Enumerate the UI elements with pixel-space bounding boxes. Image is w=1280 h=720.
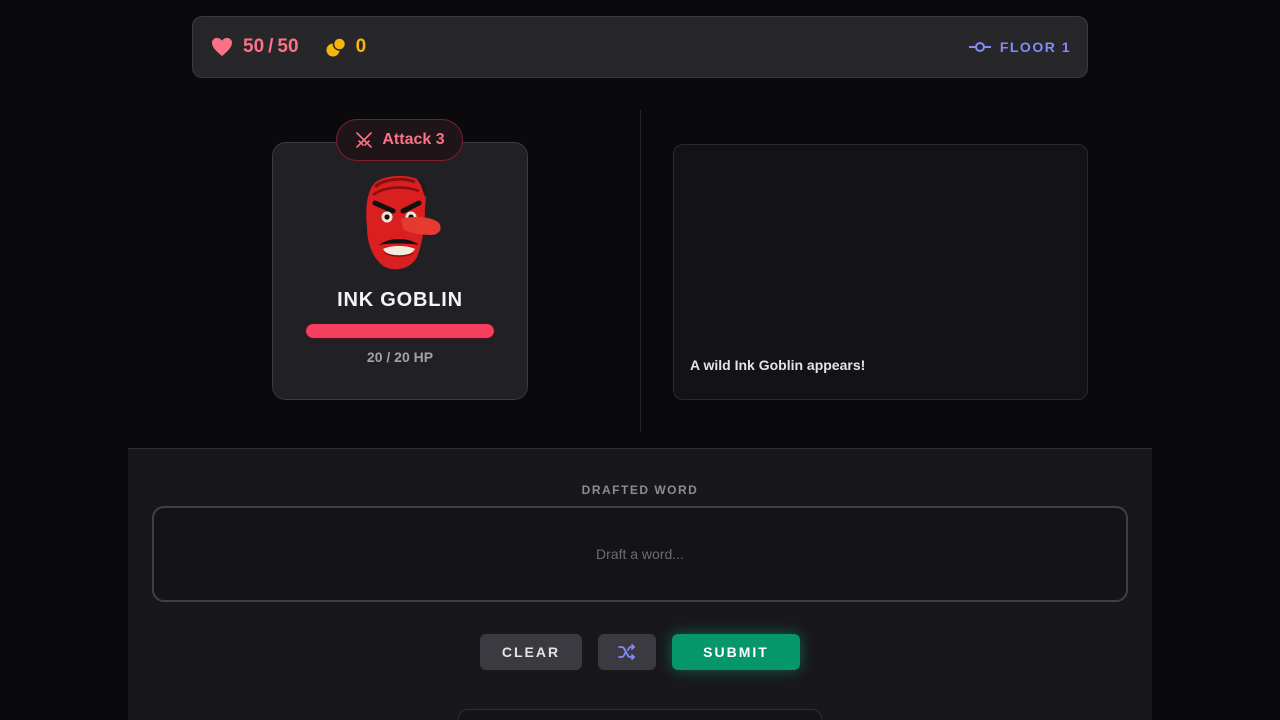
floor-node-icon	[968, 42, 991, 52]
tengu-mask-icon	[366, 175, 441, 270]
log-line: A wild Ink Goblin appears!	[690, 357, 866, 373]
player-hp: 50 / 50	[211, 36, 299, 58]
enemy-hp-bar	[305, 323, 495, 339]
draft-panel: DRAFTED WORD Draft a word... CLEAR SUBMI…	[128, 448, 1152, 720]
submit-button[interactable]: SUBMIT	[672, 634, 800, 670]
coins-icon	[326, 37, 346, 57]
letter-hand-tray	[458, 709, 822, 720]
enemy-intent-badge: Attack 3	[336, 119, 463, 161]
heart-icon	[212, 37, 232, 57]
drafted-word-field[interactable]: Draft a word...	[152, 506, 1128, 602]
clear-button[interactable]: CLEAR	[480, 634, 582, 670]
player-gold: 0	[325, 36, 367, 58]
shuffle-button[interactable]	[598, 634, 656, 670]
battle-divider	[640, 110, 641, 432]
status-bar: 50 / 50 0 FLOOR 1	[192, 16, 1088, 78]
floor-indicator: FLOOR 1	[968, 39, 1071, 55]
enemy-card[interactable]: INK GOBLIN 20 / 20 HP	[272, 142, 528, 400]
intent-label: Attack 3	[382, 131, 445, 148]
floor-label: FLOOR 1	[999, 39, 1071, 55]
enemy-name: INK GOBLIN	[337, 289, 463, 311]
gold-count: 0	[355, 36, 367, 57]
hp-current: 50	[243, 36, 265, 57]
hp-max: 50	[277, 36, 299, 57]
enemy-hp-text: 20 / 20 HP	[366, 349, 434, 365]
shuffle-icon	[618, 644, 635, 660]
crossed-swords-icon	[356, 132, 373, 148]
drafted-word-placeholder: Draft a word...	[596, 546, 684, 562]
battle-log: A wild Ink Goblin appears!	[673, 144, 1088, 400]
enemy-hp-bar-fill	[306, 324, 494, 338]
hp-separator: /	[268, 36, 274, 57]
drafted-word-label: DRAFTED WORD	[581, 483, 699, 497]
